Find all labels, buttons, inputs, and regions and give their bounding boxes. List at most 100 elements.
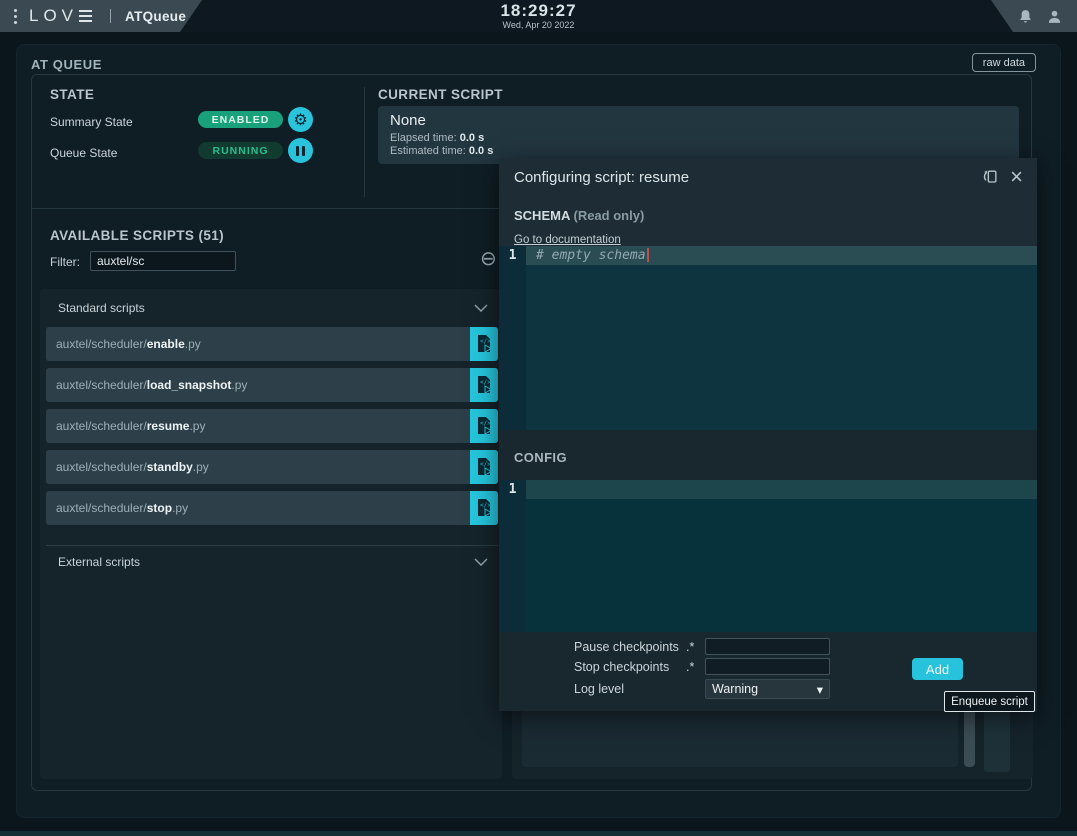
enqueue-script-button[interactable]: Enqueue script — [944, 691, 1035, 712]
top-bar: LOV ATQueue 18:29:27 Wed, Apr 20 2022 — [0, 0, 1077, 32]
script-row-stop[interactable]: auxtel/scheduler/stop.py </> — [46, 491, 498, 525]
standard-scripts-group-header[interactable]: Standard scripts — [40, 289, 502, 315]
script-ext: .py — [189, 419, 205, 433]
script-path: auxtel/scheduler/resume.py — [46, 419, 470, 433]
documentation-link[interactable]: Go to documentation — [514, 234, 621, 246]
raw-data-label: raw data — [983, 57, 1025, 69]
svg-text:</>: </> — [480, 420, 491, 427]
launch-script-button[interactable]: </> — [470, 368, 498, 402]
elapsed-time-label: Elapsed time: — [390, 132, 457, 144]
user-icon[interactable] — [1046, 8, 1063, 25]
gear-icon: ⚙ — [293, 112, 307, 128]
stop-checkpoints-hint: .* — [686, 660, 694, 674]
script-path-prefix: auxtel/scheduler/ — [56, 501, 147, 515]
clock: 18:29:27 Wed, Apr 20 2022 — [0, 2, 1077, 30]
select-caret-icon: ▾ — [817, 682, 823, 697]
launch-script-button[interactable]: </> — [470, 409, 498, 443]
standard-scripts-label: Standard scripts — [58, 301, 145, 315]
schema-readonly-note: (Read only) — [573, 208, 644, 223]
script-launch-icon: </> — [475, 334, 494, 355]
script-path-prefix: auxtel/scheduler/ — [56, 460, 147, 474]
launch-script-button[interactable]: </> — [470, 327, 498, 361]
schema-editor[interactable]: 1 # empty schema — [499, 246, 1037, 430]
svg-text:</>: </> — [480, 338, 491, 345]
panel-title: AT QUEUE — [31, 57, 102, 72]
estimated-time-value: 0.0 s — [469, 145, 493, 157]
script-path-prefix: auxtel/scheduler/ — [56, 337, 147, 351]
modal-header: Configuring script: resume × — [499, 158, 1037, 187]
available-scripts-title: AVAILABLE SCRIPTS (51) — [50, 228, 224, 243]
raw-data-button[interactable]: raw data — [972, 53, 1036, 72]
line-number: 1 — [499, 480, 526, 499]
current-script-card: None Elapsed time: 0.0 s Estimated time:… — [378, 106, 1019, 164]
external-scripts-label: External scripts — [58, 555, 140, 569]
script-path-prefix: auxtel/scheduler/ — [56, 419, 147, 433]
queue-pause-button[interactable] — [288, 138, 313, 163]
script-path: auxtel/scheduler/standby.py — [46, 460, 470, 474]
schema-editor-body: # empty schema — [526, 246, 1037, 430]
script-launch-icon: </> — [475, 375, 494, 396]
config-editor[interactable]: 1 — [499, 480, 1037, 632]
config-title: CONFIG — [514, 450, 567, 465]
group-divider — [46, 545, 498, 546]
log-level-select[interactable]: Warning ▾ — [705, 679, 830, 699]
filter-input[interactable] — [90, 251, 236, 271]
script-row-enable[interactable]: auxtel/scheduler/enable.py </> — [46, 327, 498, 361]
script-ext: .py — [231, 378, 247, 392]
enqueue-script-label: Enqueue script — [951, 696, 1028, 708]
launch-script-button[interactable]: </> — [470, 450, 498, 484]
script-row-load-snapshot[interactable]: auxtel/scheduler/load_snapshot.py </> — [46, 368, 498, 402]
summary-state-config-button[interactable]: ⚙ — [288, 107, 313, 132]
script-ext: .py — [193, 460, 209, 474]
filter-label: Filter: — [50, 255, 80, 269]
modal-header-icons: × — [980, 167, 1023, 187]
config-heading-bar: CONFIG — [499, 430, 1037, 480]
script-row-standby[interactable]: auxtel/scheduler/standby.py </> — [46, 450, 498, 484]
script-name: enable — [147, 337, 185, 351]
config-editor-body — [526, 480, 1037, 632]
script-ext: .py — [185, 337, 201, 351]
queue-state-badge: RUNNING — [198, 142, 283, 159]
script-row-resume[interactable]: auxtel/scheduler/resume.py </> — [46, 409, 498, 443]
script-path: auxtel/scheduler/enable.py — [46, 337, 470, 351]
script-path-prefix: auxtel/scheduler/ — [56, 378, 147, 392]
queue-state-value: RUNNING — [213, 145, 269, 157]
clock-time: 18:29:27 — [0, 2, 1077, 19]
estimated-time-label: Estimated time: — [390, 145, 466, 157]
add-button[interactable]: Add — [912, 658, 963, 680]
close-icon[interactable]: × — [1010, 168, 1023, 186]
svg-text:</>: </> — [480, 379, 491, 386]
configure-script-modal: Configuring script: resume × SCHEMA (Rea… — [499, 158, 1037, 711]
external-scripts-group-header[interactable]: External scripts — [40, 555, 502, 569]
popout-copy-icon[interactable] — [980, 167, 1000, 187]
active-line-highlight: # empty schema — [526, 246, 1037, 265]
script-ext: .py — [172, 501, 188, 515]
summary-state-label: Summary State — [50, 115, 133, 129]
pause-checkpoints-label: Pause checkpoints — [574, 640, 679, 654]
collapse-minus-circle-icon[interactable]: ⊖ — [480, 248, 497, 268]
stop-checkpoints-input[interactable] — [705, 658, 830, 675]
launch-script-button[interactable]: </> — [470, 491, 498, 525]
svg-text:</>: </> — [480, 502, 491, 509]
pause-checkpoints-hint: .* — [686, 640, 694, 654]
chevron-down-icon — [474, 558, 488, 566]
script-path: auxtel/scheduler/load_snapshot.py — [46, 378, 470, 392]
script-launch-icon: </> — [475, 457, 494, 478]
clock-date: Wed, Apr 20 2022 — [0, 20, 1077, 30]
modal-title: Configuring script: resume — [514, 169, 689, 186]
svg-text:</>: </> — [480, 461, 491, 468]
state-section-title: STATE — [50, 87, 94, 102]
summary-state-badge: ENABLED — [198, 111, 283, 128]
line-number: 1 — [499, 246, 526, 265]
notifications-bell-icon[interactable] — [1017, 8, 1034, 25]
editor-caret — [647, 248, 649, 262]
script-name: load_snapshot — [147, 378, 232, 392]
pause-checkpoints-input[interactable] — [705, 638, 830, 655]
script-path: auxtel/scheduler/stop.py — [46, 501, 470, 515]
log-level-label: Log level — [574, 682, 624, 696]
stop-checkpoints-label: Stop checkpoints — [574, 660, 669, 674]
elapsed-time-value: 0.0 s — [460, 132, 484, 144]
pause-icon — [296, 146, 305, 156]
script-name: standby — [147, 460, 193, 474]
bottom-edge-strip — [0, 831, 1077, 836]
